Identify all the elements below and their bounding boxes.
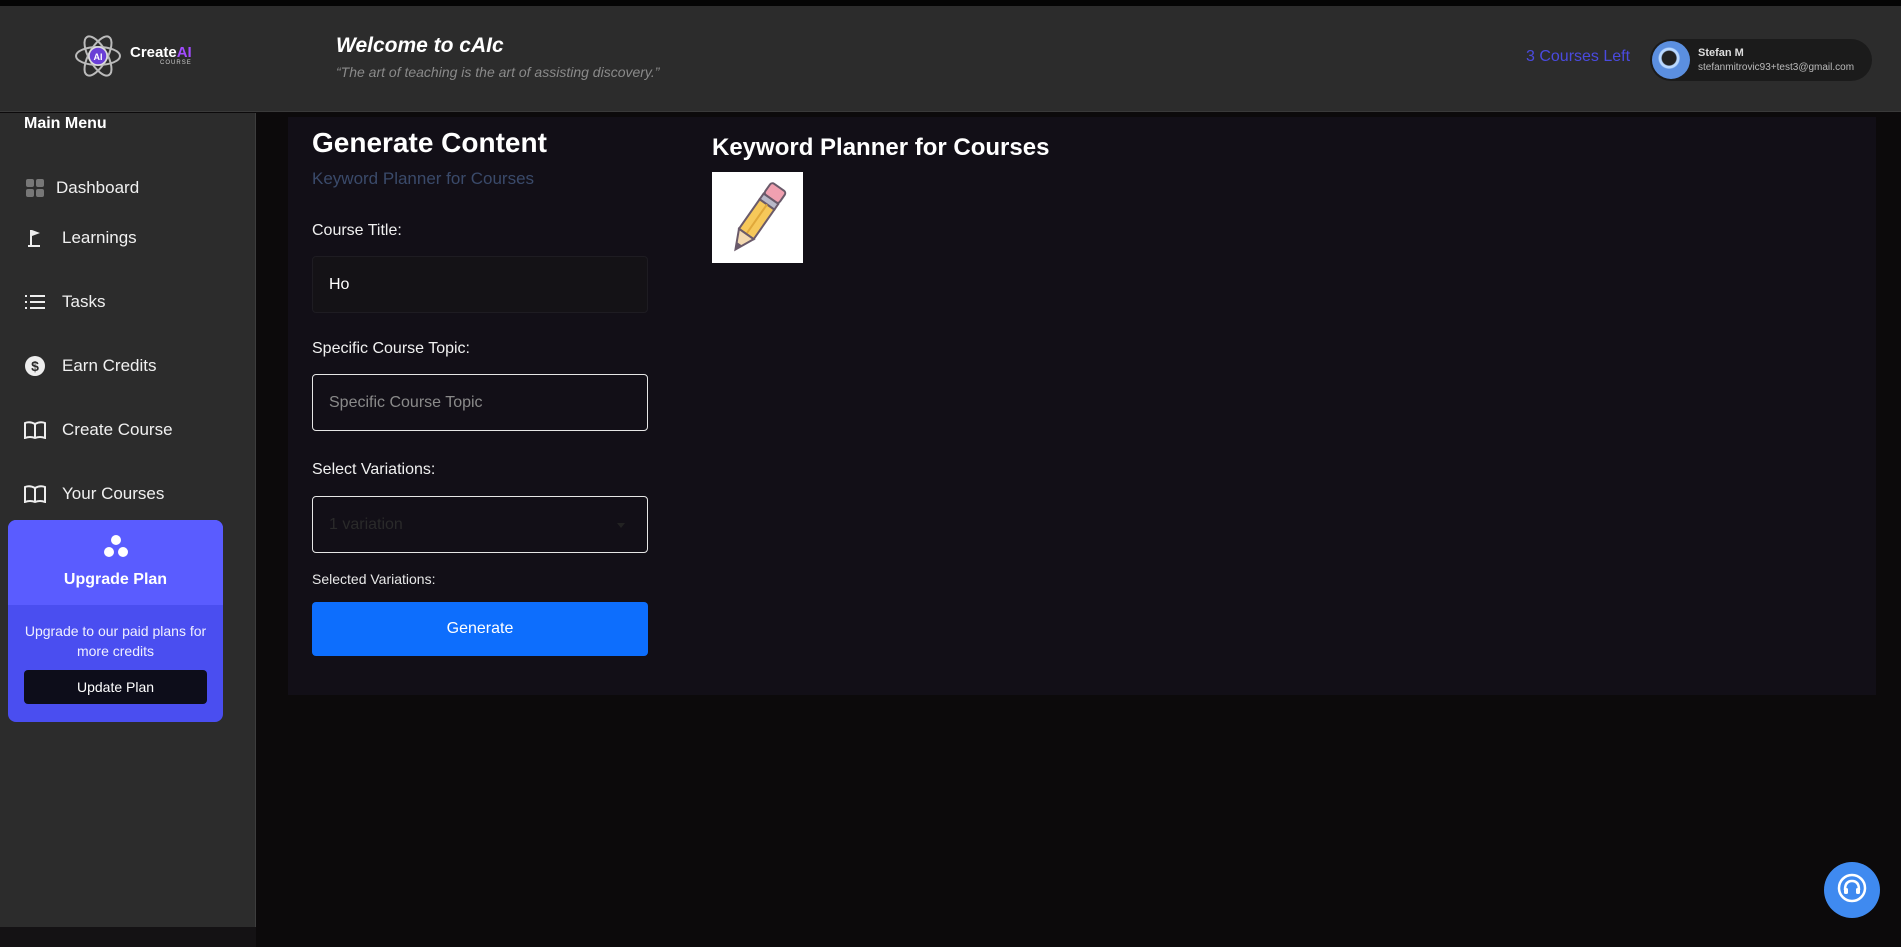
pencil-icon bbox=[712, 172, 803, 263]
specific-topic-label: Specific Course Topic: bbox=[312, 340, 470, 357]
upgrade-header: Upgrade Plan bbox=[8, 520, 223, 605]
upgrade-title: Upgrade Plan bbox=[63, 571, 168, 588]
book-icon bbox=[24, 483, 46, 505]
sidebar-item-label: Create Course bbox=[62, 420, 173, 439]
svg-text:$: $ bbox=[31, 358, 39, 374]
svg-text:AI: AI bbox=[94, 52, 103, 62]
list-icon bbox=[24, 291, 46, 313]
logo-wordmark: CreateAI COURSE bbox=[130, 44, 192, 66]
courses-left-counter: 3 Courses Left bbox=[1526, 48, 1631, 65]
course-title-label: Course Title: bbox=[312, 222, 402, 239]
flag-icon bbox=[24, 227, 46, 249]
generate-button[interactable]: Generate bbox=[312, 602, 648, 656]
upgrade-description: Upgrade to our paid plans for more credi… bbox=[24, 623, 207, 659]
sidebar-item-earn-credits[interactable]: $ Earn Credits bbox=[24, 355, 156, 377]
support-chat-button[interactable] bbox=[1824, 862, 1880, 918]
course-title-value: Ho bbox=[329, 275, 350, 293]
page-subtitle: Keyword Planner for Courses bbox=[312, 169, 535, 188]
sidebar-item-dashboard[interactable]: Dashboard bbox=[24, 177, 139, 199]
welcome-quote: “The art of teaching is the art of assis… bbox=[336, 64, 660, 80]
welcome-title: Welcome to cAIc bbox=[336, 34, 504, 57]
upgrade-plan-card: Upgrade Plan Upgrade to our paid plans f… bbox=[8, 520, 223, 722]
logo-text-ai: AI bbox=[176, 44, 192, 61]
dollar-icon: $ bbox=[24, 355, 46, 377]
sidebar-item-label: Tasks bbox=[62, 292, 106, 311]
sidebar-item-learnings[interactable]: Learnings bbox=[24, 227, 137, 249]
selected-variations-label: Selected Variations: bbox=[312, 571, 436, 587]
sidebar-item-label: Dashboard bbox=[56, 178, 140, 197]
select-variations-label: Select Variations: bbox=[312, 461, 436, 478]
logo-text-main: Create bbox=[130, 44, 177, 61]
specific-topic-placeholder: Specific Course Topic bbox=[329, 393, 483, 411]
chevron-down-icon bbox=[617, 523, 625, 528]
grid-icon bbox=[24, 177, 46, 199]
user-info: Stefan M stefanmitrovic93+test3@gmail.co… bbox=[1698, 47, 1854, 73]
sidebar-item-your-courses[interactable]: Your Courses bbox=[24, 483, 164, 505]
main-menu-title: Main Menu bbox=[24, 115, 107, 132]
cluster-icon bbox=[103, 534, 129, 563]
headset-icon bbox=[1837, 873, 1867, 908]
preview-title: Keyword Planner for Courses bbox=[712, 134, 1050, 161]
user-profile-chip[interactable]: Stefan M stefanmitrovic93+test3@gmail.co… bbox=[1650, 39, 1872, 81]
sidebar-bottom-edge bbox=[0, 927, 256, 947]
sidebar-item-label: Earn Credits bbox=[62, 356, 157, 375]
welcome-block: Welcome to cAIc “The art of teaching is … bbox=[336, 34, 659, 80]
sidebar-item-label: Your Courses bbox=[62, 484, 165, 503]
atom-logo-icon: AI bbox=[72, 30, 124, 82]
variations-select[interactable]: 1 variation bbox=[312, 496, 648, 553]
sidebar-item-create-course[interactable]: Create Course bbox=[24, 419, 173, 441]
logo[interactable]: AI CreateAI COURSE bbox=[72, 30, 192, 82]
update-plan-button[interactable]: Update Plan bbox=[24, 670, 207, 704]
book-icon bbox=[24, 419, 46, 441]
page-title: Generate Content bbox=[312, 127, 547, 158]
course-title-input[interactable]: Ho bbox=[312, 256, 648, 313]
specific-topic-input[interactable]: Specific Course Topic bbox=[312, 374, 648, 431]
user-email: stefanmitrovic93+test3@gmail.com bbox=[1698, 62, 1855, 73]
avatar bbox=[1652, 41, 1690, 79]
sidebar-item-label: Learnings bbox=[62, 228, 137, 247]
sidebar-item-tasks[interactable]: Tasks bbox=[24, 291, 105, 313]
app-header: AI CreateAI COURSE Welcome to cAIc “The … bbox=[0, 6, 1901, 112]
user-name: Stefan M bbox=[1698, 47, 1744, 59]
variations-selected-value: 1 variation bbox=[329, 515, 403, 533]
